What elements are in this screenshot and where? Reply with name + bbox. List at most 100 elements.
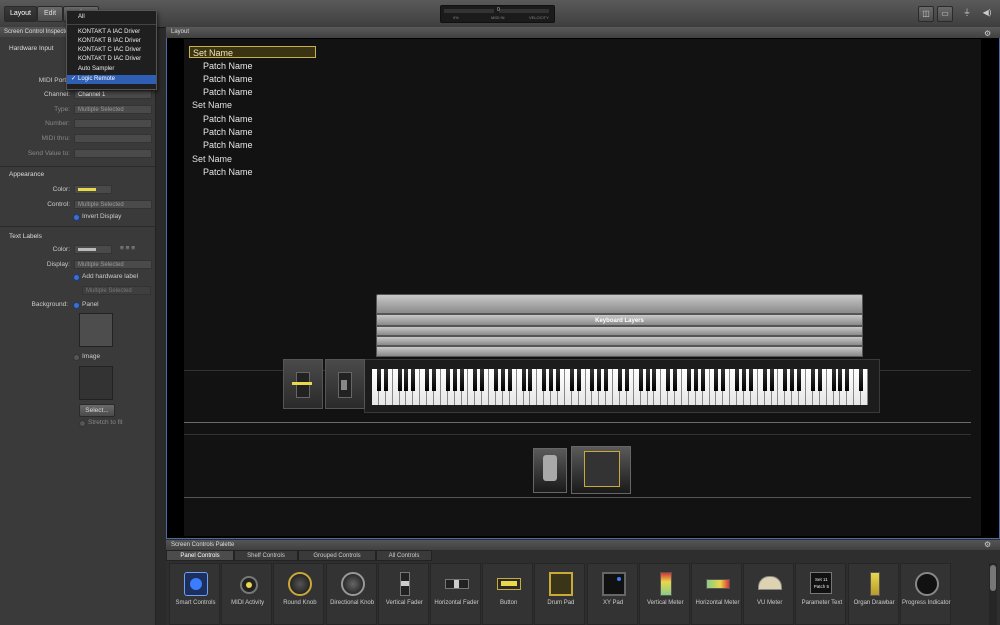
menu-item-kontakt-b[interactable]: KONTAKT B IAC Driver — [67, 37, 156, 46]
palette-item[interactable]: Vertical Fader — [377, 563, 429, 625]
black-key[interactable] — [652, 369, 657, 391]
black-key[interactable] — [528, 369, 533, 391]
piano-keys[interactable] — [372, 369, 868, 405]
set-name[interactable]: Set Name — [192, 154, 232, 164]
black-key[interactable] — [700, 369, 705, 391]
black-key[interactable] — [542, 369, 547, 391]
image-radio[interactable] — [73, 354, 80, 361]
tab-all-controls[interactable]: All Controls — [376, 550, 432, 561]
text-color-picker[interactable] — [74, 245, 112, 254]
stretch-checkbox[interactable] — [79, 420, 86, 427]
microphone-icon[interactable]: ⏚ — [960, 6, 974, 20]
black-key[interactable] — [714, 369, 719, 391]
black-key[interactable] — [742, 369, 746, 391]
panel-radio[interactable] — [73, 302, 80, 309]
menu-item-auto-sampler[interactable]: Auto Sampler — [67, 65, 156, 74]
control-select[interactable]: Multiple Selected — [74, 200, 152, 209]
black-key[interactable] — [404, 369, 409, 391]
display-select[interactable]: Multiple Selected — [74, 260, 152, 269]
menu-item-logic-remote[interactable]: ✓ Logic Remote — [67, 75, 156, 84]
black-key[interactable] — [618, 369, 622, 391]
palette-item[interactable]: VU Meter — [743, 563, 795, 625]
black-key[interactable] — [397, 369, 402, 391]
black-key[interactable] — [831, 369, 836, 391]
speaker-icon[interactable]: ◀) — [980, 6, 994, 20]
patch-name[interactable]: Patch Name — [203, 167, 253, 177]
black-key[interactable] — [673, 369, 678, 391]
black-key[interactable] — [452, 369, 457, 391]
palette-item[interactable]: Smart Controls — [169, 563, 220, 625]
black-key[interactable] — [549, 369, 554, 391]
palette-item[interactable]: Set 11 Patch 5 Parameter Text — [795, 563, 847, 625]
black-key[interactable] — [500, 369, 505, 391]
black-key[interactable] — [473, 369, 478, 391]
patch-name[interactable]: Patch Name — [203, 114, 253, 124]
tab-panel-controls[interactable]: Panel Controls — [166, 550, 234, 561]
pitch-bend-wheel[interactable] — [283, 359, 323, 409]
expression-pedal[interactable] — [571, 446, 631, 494]
black-key[interactable] — [638, 369, 643, 391]
black-key[interactable] — [859, 369, 864, 391]
black-key[interactable] — [569, 369, 574, 391]
black-key[interactable] — [762, 369, 767, 391]
black-key[interactable] — [376, 369, 381, 391]
panel-color-well[interactable] — [79, 313, 113, 347]
palette-item[interactable]: Drum Pad — [534, 563, 586, 625]
palette-item[interactable]: Directional Knob — [325, 563, 377, 625]
set-name-selected[interactable]: Set Name — [189, 46, 316, 58]
image-well[interactable] — [79, 366, 113, 400]
midi-thru-select[interactable] — [74, 134, 152, 143]
black-key[interactable] — [721, 369, 726, 391]
palette-item[interactable]: XY Pad — [586, 563, 638, 625]
black-key[interactable] — [597, 369, 602, 391]
black-key[interactable] — [790, 369, 795, 391]
black-key[interactable] — [810, 369, 815, 391]
number-field[interactable] — [74, 119, 152, 128]
patch-name[interactable]: Patch Name — [203, 87, 253, 97]
send-value-select[interactable] — [74, 149, 152, 158]
color-picker[interactable] — [74, 185, 112, 194]
palette-item[interactable]: MIDI Activity — [221, 563, 273, 625]
black-key[interactable] — [838, 369, 843, 391]
black-key[interactable] — [521, 369, 526, 391]
menu-item-kontakt-a[interactable]: KONTAKT A IAC Driver — [67, 28, 156, 37]
black-key[interactable] — [666, 369, 671, 391]
palette-item[interactable]: Organ Drawbar — [847, 563, 899, 625]
black-key[interactable] — [845, 369, 850, 391]
black-key[interactable] — [494, 369, 498, 391]
add-hardware-label-checkbox[interactable] — [73, 274, 80, 281]
black-key[interactable] — [432, 369, 436, 391]
black-key[interactable] — [411, 369, 416, 391]
palette-item[interactable]: Horizontal Fader — [430, 563, 481, 625]
black-key[interactable] — [769, 369, 774, 391]
inspector-toggle-icon[interactable]: ◫ — [918, 6, 934, 22]
keyboard-layers[interactable]: Keyboard Layers — [376, 294, 863, 357]
modulation-wheel[interactable] — [325, 359, 365, 409]
black-key[interactable] — [604, 369, 609, 391]
black-key[interactable] — [445, 369, 450, 391]
sustain-pedal[interactable] — [533, 448, 567, 493]
black-key[interactable] — [507, 369, 512, 391]
tab-layout[interactable]: Layout — [4, 6, 37, 22]
black-key[interactable] — [645, 369, 650, 391]
black-key[interactable] — [797, 369, 802, 391]
patch-name[interactable]: Patch Name — [203, 61, 253, 71]
palette-item[interactable]: Horizontal Meter — [691, 563, 742, 625]
gear-icon[interactable]: ⚙ — [984, 540, 991, 550]
black-key[interactable] — [425, 369, 430, 391]
tab-edit[interactable]: Edit — [37, 6, 63, 22]
gear-icon[interactable]: ⚙ — [984, 28, 991, 39]
black-key[interactable] — [480, 369, 485, 391]
channel-select[interactable]: Channel 1 — [74, 90, 152, 99]
palette-item[interactable]: Progress Indicator — [899, 563, 951, 625]
black-key[interactable] — [735, 369, 740, 391]
palette-toggle-icon[interactable]: ▭ — [937, 6, 953, 22]
midi-port-menu[interactable]: All KONTAKT A IAC Driver KONTAKT B IAC D… — [66, 10, 157, 90]
black-key[interactable] — [556, 369, 560, 391]
black-key[interactable] — [817, 369, 822, 391]
black-key[interactable] — [748, 369, 753, 391]
menu-item-kontakt-d[interactable]: KONTAKT D IAC Driver — [67, 55, 156, 64]
tab-shelf-controls[interactable]: Shelf Controls — [234, 550, 298, 561]
palette-scrollbar[interactable] — [989, 563, 997, 625]
tab-grouped-controls[interactable]: Grouped Controls — [298, 550, 376, 561]
